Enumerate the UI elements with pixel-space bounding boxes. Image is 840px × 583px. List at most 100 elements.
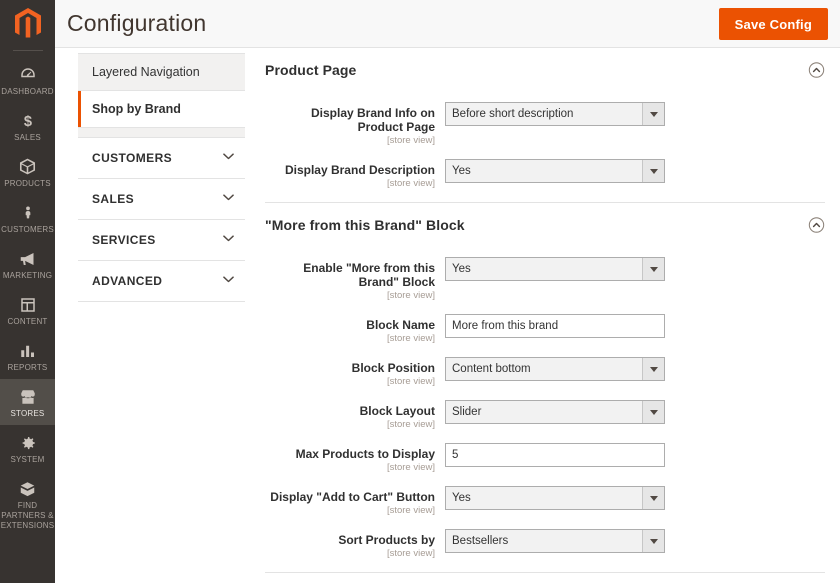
field-label-col: Display "Add to Cart" Button [store view] <box>265 486 445 517</box>
field-scope-label: [store view] <box>386 333 435 344</box>
fieldset-header[interactable]: Product Page <box>265 48 825 92</box>
system-icon <box>19 432 37 452</box>
marketing-icon <box>18 248 37 268</box>
fieldset-list: Product Page Display Brand Info on Produc… <box>265 48 825 583</box>
stores-icon <box>18 386 38 406</box>
field-scope-label: [store view] <box>386 290 435 301</box>
sales-icon: $ <box>20 110 36 130</box>
customers-icon <box>21 202 35 222</box>
select-block-position[interactable]: Content bottom <box>445 357 665 381</box>
chevron-down-icon <box>223 276 234 286</box>
rail-item-label: Reports <box>7 363 48 372</box>
rail-item-customers[interactable]: Customers <box>0 195 55 241</box>
rail-item-sales[interactable]: $ Sales <box>0 103 55 149</box>
rail-item-system[interactable]: System <box>0 425 55 471</box>
input-block-name[interactable] <box>445 314 665 338</box>
rail-item-products[interactable]: Products <box>0 149 55 195</box>
page-header: Configuration Save Config <box>55 0 840 48</box>
config-nav-item-shop-by-brand[interactable]: Shop by Brand <box>78 91 245 128</box>
admin-sidebar: Dashboard $ Sales Products Customers Marketin… <box>0 0 55 583</box>
field-scope-label: [store view] <box>386 419 435 430</box>
page-title: Configuration <box>67 10 207 36</box>
select-value: Yes <box>452 165 471 177</box>
chevron-down-icon[interactable] <box>642 160 664 182</box>
chevron-down-icon <box>223 194 234 204</box>
chevron-down-icon <box>223 153 234 163</box>
field-control: Yes <box>445 257 665 281</box>
reports-icon <box>19 340 37 360</box>
field-label: Enable "More from this Brand" Block <box>303 261 435 289</box>
rail-item-dashboard[interactable]: Dashboard <box>0 57 55 103</box>
config-nav-section-services[interactable]: SERVICES <box>78 220 245 261</box>
field-label: Display Brand Description <box>284 163 435 177</box>
select-value: Content bottom <box>452 363 531 375</box>
rail-item-list: Dashboard $ Sales Products Customers Marketin… <box>0 57 55 537</box>
select-display-brand-info-on-product-page[interactable]: Before short description <box>445 102 665 126</box>
rail-item-content[interactable]: Content <box>0 287 55 333</box>
select-value: Bestsellers <box>452 535 509 547</box>
config-nav-section-advanced[interactable]: ADVANCED <box>78 261 245 302</box>
config-nav-section-sales[interactable]: SALES <box>78 179 245 220</box>
rail-item-stores[interactable]: Stores <box>0 379 55 425</box>
products-icon <box>18 156 37 176</box>
collapse-chevron-up-icon[interactable] <box>808 62 825 79</box>
field-label: Block Position <box>351 361 435 375</box>
chevron-down-icon[interactable] <box>642 258 664 280</box>
config-nav-section-label: SALES <box>92 192 135 206</box>
field-label-col: Block Layout [store view] <box>265 400 445 431</box>
fieldset: "More from this Brand" Block Enable "More… <box>265 203 825 560</box>
content-icon <box>19 294 37 314</box>
field-row: Max Products to Display [store view] <box>265 443 825 474</box>
field-scope-label: [store view] <box>386 376 435 387</box>
select-display-add-to-cart-button[interactable]: Yes <box>445 486 665 510</box>
fieldset: Product Page Display Brand Info on Produc… <box>265 48 825 190</box>
rail-item-label: Dashboard <box>1 87 54 96</box>
config-nav-gap <box>78 128 245 138</box>
field-label: Display Brand Info on Product Page <box>310 106 435 134</box>
field-row: Block Name [store view] <box>265 314 825 345</box>
extensions-icon <box>18 478 37 498</box>
config-nav-items: Layered Navigation Shop by Brand <box>78 54 245 128</box>
field-row: Enable "More from this Brand" Block [stor… <box>265 257 825 302</box>
field-label: Sort Products by <box>338 533 435 547</box>
field-row: Block Layout [store view] Slider <box>265 400 825 431</box>
fieldset-header[interactable]: SEO <box>265 573 825 583</box>
magento-logo[interactable] <box>0 0 55 48</box>
collapse-chevron-up-icon[interactable] <box>808 217 825 234</box>
save-config-button[interactable]: Save Config <box>718 8 828 40</box>
config-nav-item-layered-navigation[interactable]: Layered Navigation <box>78 54 245 91</box>
field-scope-label: [store view] <box>386 548 435 559</box>
select-display-brand-description[interactable]: Yes <box>445 159 665 183</box>
field-control: Yes <box>445 486 665 510</box>
field-scope-label: [store view] <box>386 178 435 189</box>
config-nav-section-label: SERVICES <box>92 233 156 247</box>
rail-item-find-partners-extensions[interactable]: Find Partners & Extensions <box>0 471 55 537</box>
rail-item-label: Products <box>4 179 51 188</box>
chevron-down-icon[interactable] <box>642 530 664 552</box>
admin-page: Dashboard $ Sales Products Customers Marketin… <box>0 0 840 583</box>
field-label-col: Block Name [store view] <box>265 314 445 345</box>
rail-item-reports[interactable]: Reports <box>0 333 55 379</box>
fieldset-spacer <box>265 247 825 257</box>
field-label-col: Block Position [store view] <box>265 357 445 388</box>
rail-item-marketing[interactable]: Marketing <box>0 241 55 287</box>
chevron-down-icon[interactable] <box>642 358 664 380</box>
field-label-col: Display Brand Info on Product Page [store… <box>265 102 445 147</box>
field-control: Content bottom <box>445 357 665 381</box>
chevron-down-icon[interactable] <box>642 103 664 125</box>
select-value: Before short description <box>452 108 574 120</box>
select-block-layout[interactable]: Slider <box>445 400 665 424</box>
field-row: Display Brand Info on Product Page [store… <box>265 102 825 147</box>
config-nav-section-customers[interactable]: CUSTOMERS <box>78 138 245 179</box>
chevron-down-icon[interactable] <box>642 487 664 509</box>
rail-item-label: System <box>10 455 45 464</box>
rail-item-label: Stores <box>10 409 45 418</box>
fieldset-header[interactable]: "More from this Brand" Block <box>265 203 825 247</box>
rail-item-label: Customers <box>1 225 54 234</box>
select-enable-more-from-this-brand-block[interactable]: Yes <box>445 257 665 281</box>
select-sort-products-by[interactable]: Bestsellers <box>445 529 665 553</box>
select-value: Yes <box>452 492 471 504</box>
chevron-down-icon[interactable] <box>642 401 664 423</box>
rail-item-label: Sales <box>14 133 41 142</box>
input-max-products-to-display[interactable] <box>445 443 665 467</box>
